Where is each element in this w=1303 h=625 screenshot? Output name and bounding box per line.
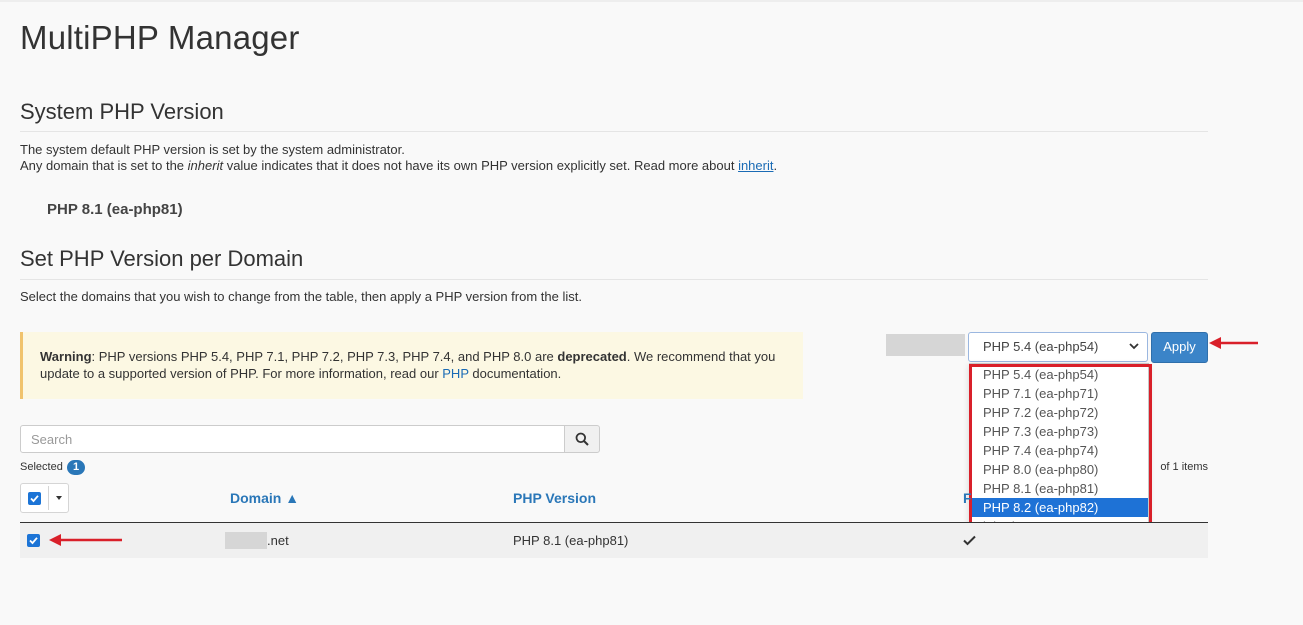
system-description: The system default PHP version is set by… bbox=[20, 142, 777, 174]
dropdown-option-php74[interactable]: PHP 7.4 (ea-php74) bbox=[970, 441, 1148, 460]
system-line-1: The system default PHP version is set by… bbox=[20, 142, 405, 157]
divider bbox=[48, 486, 49, 510]
check-icon bbox=[29, 537, 38, 545]
apply-button[interactable]: Apply bbox=[1151, 332, 1208, 363]
page-title: MultiPHP Manager bbox=[20, 19, 300, 56]
domain-cell: .net bbox=[267, 533, 289, 548]
selected-label: Selected bbox=[20, 461, 63, 473]
inherit-link[interactable]: inherit bbox=[738, 158, 773, 173]
dropdown-option-php72[interactable]: PHP 7.2 (ea-php72) bbox=[970, 403, 1148, 422]
php-docs-link[interactable]: PHP bbox=[442, 366, 469, 381]
annotation-arrow-left-icon bbox=[49, 534, 122, 546]
search-icon bbox=[575, 432, 589, 446]
system-php-version: PHP 8.1 (ea-php81) bbox=[47, 201, 183, 218]
dropdown-option-php54[interactable]: PHP 5.4 (ea-php54) bbox=[970, 365, 1148, 384]
check-icon bbox=[30, 495, 39, 503]
dropdown-option-php80[interactable]: PHP 8.0 (ea-php80) bbox=[970, 460, 1148, 479]
dropdown-option-php71[interactable]: PHP 7.1 (ea-php71) bbox=[970, 384, 1148, 403]
php-version-cell: PHP 8.1 (ea-php81) bbox=[513, 533, 629, 548]
divider bbox=[20, 131, 1208, 132]
checkmark-icon bbox=[963, 535, 976, 546]
bulk-select-control[interactable] bbox=[20, 483, 69, 513]
per-domain-instructions: Select the domains that you wish to chan… bbox=[20, 289, 582, 304]
divider bbox=[20, 279, 1208, 280]
dropdown-option-php81[interactable]: PHP 8.1 (ea-php81) bbox=[970, 479, 1148, 498]
search-input[interactable] bbox=[20, 425, 565, 453]
deprecation-warning: Warning: PHP versions PHP 5.4, PHP 7.1, … bbox=[20, 332, 803, 399]
column-header-partial[interactable]: F bbox=[963, 490, 972, 506]
pagination-count: of 1 items bbox=[1160, 461, 1208, 473]
chevron-down-icon bbox=[1129, 343, 1139, 350]
php-version-dropdown: PHP 5.4 (ea-php54) PHP 7.1 (ea-php71) PH… bbox=[969, 363, 1149, 534]
column-header-domain[interactable]: Domain ▲ bbox=[230, 490, 299, 506]
column-header-php-version[interactable]: PHP Version bbox=[513, 490, 596, 506]
system-line-2: Any domain that is set to the inherit va… bbox=[20, 158, 778, 173]
per-domain-heading: Set PHP Version per Domain bbox=[20, 246, 304, 271]
search-button[interactable] bbox=[564, 425, 600, 453]
dropdown-option-php82[interactable]: PHP 8.2 (ea-php82) bbox=[970, 498, 1148, 517]
caret-down-icon[interactable] bbox=[56, 496, 62, 500]
selected-count-badge: 1 bbox=[67, 460, 85, 475]
system-php-heading: System PHP Version bbox=[20, 99, 224, 124]
dropdown-option-php73[interactable]: PHP 7.3 (ea-php73) bbox=[970, 422, 1148, 441]
row-checkbox[interactable] bbox=[27, 534, 40, 547]
annotation-arrow-left-icon bbox=[1209, 337, 1258, 349]
redacted-domain bbox=[225, 532, 267, 549]
select-all-checkbox[interactable] bbox=[28, 492, 41, 505]
redacted-block bbox=[886, 334, 965, 356]
top-border bbox=[0, 0, 1303, 2]
php-version-select[interactable]: PHP 5.4 (ea-php54) bbox=[968, 332, 1148, 362]
